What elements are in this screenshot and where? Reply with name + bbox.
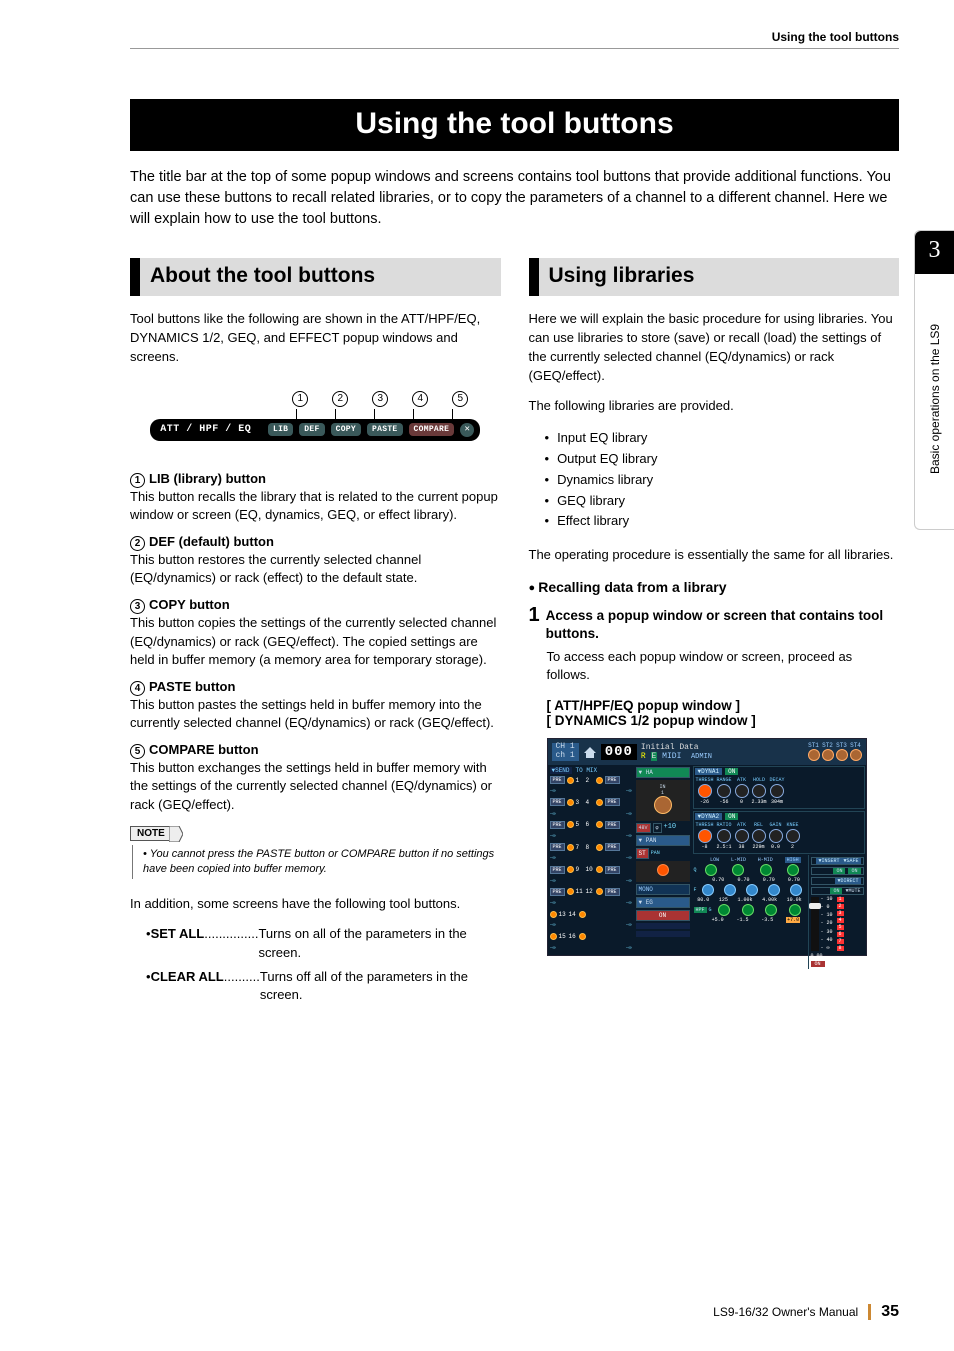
about-intro: Tool buttons like the following are show…: [130, 310, 501, 367]
scene-num: 000: [601, 744, 637, 760]
window-heading-2: [ DYNAMICS 1/2 popup window ]: [529, 713, 900, 728]
chapter-num: 3: [915, 231, 954, 274]
dots: ...............: [204, 925, 258, 961]
lead-paragraph: The title bar at the top of some popup w…: [130, 167, 899, 230]
extra-buttons-list: • SET ALL............... Turns on all of…: [130, 925, 501, 1004]
ha-pan-section: ▼ HA IN 1 48Vφ+10 ▼ PAN STPAN MONO ▼ EG …: [634, 765, 692, 955]
item-3-body: This button copies the settings of the c…: [130, 614, 501, 669]
clear-all-term: CLEAR ALL: [151, 968, 224, 1004]
mark-3: 3: [130, 599, 145, 614]
item-3: 3 COPY button This button copies the sett…: [130, 597, 501, 669]
dots: ..........: [224, 968, 260, 1004]
lib-item: Input EQ library: [545, 428, 900, 449]
left-column: About the tool buttons Tool buttons like…: [130, 258, 501, 1014]
libs-intro: Here we will explain the basic procedure…: [529, 310, 900, 385]
callout-1: 1: [292, 391, 308, 407]
toolbar: ATT / HPF / EQ LIB DEF COPY PASTE COMPAR…: [150, 419, 480, 441]
mark-5: 5: [130, 744, 145, 759]
libs-list: Input EQ library Output EQ library Dynam…: [529, 428, 900, 532]
lib-item: Effect library: [545, 511, 900, 532]
mark-2: 2: [130, 536, 145, 551]
set-all-desc: Turns on all of the parameters in the sc…: [258, 925, 500, 961]
step-1-title: Access a popup window or screen that con…: [546, 605, 899, 643]
compare-button[interactable]: COMPARE: [409, 423, 455, 436]
right-column: Using libraries Here we will explain the…: [529, 258, 900, 1014]
callout-4: 4: [412, 391, 428, 407]
lib-button[interactable]: LIB: [268, 423, 293, 436]
item-2: 2 DEF (default) button This button restor…: [130, 534, 501, 587]
chapter-title: Basic operations on the LS9: [928, 274, 942, 524]
footer-divider: [868, 1304, 871, 1320]
scene-name: Initial DataR E MIDI ADMIN: [641, 743, 712, 761]
addition-text: In addition, some screens have the follo…: [130, 895, 501, 914]
main-title: Using the tool buttons: [130, 99, 899, 151]
section-title-about: About the tool buttons: [130, 258, 501, 296]
item-1-body: This button recalls the library that is …: [130, 488, 501, 524]
note-label: NOTE: [137, 828, 165, 839]
toolbar-label: ATT / HPF / EQ: [156, 424, 262, 435]
item-4-heading: PASTE button: [149, 679, 235, 694]
callout-2: 2: [332, 391, 348, 407]
item-5-heading: COMPARE button: [149, 742, 259, 757]
recall-heading: Recalling data from a library: [529, 579, 900, 595]
item-5-body: This button exchanges the settings held …: [130, 759, 501, 814]
close-button[interactable]: ✕: [460, 423, 474, 437]
note-body: • You cannot press the PASTE button or C…: [132, 845, 501, 879]
footer: LS9-16/32 Owner's Manual 35: [713, 1303, 899, 1321]
item-5: 5 COMPARE button This button exchanges th…: [130, 742, 501, 814]
set-all-term: SET ALL: [151, 925, 205, 961]
console-screenshot: CH 1 ch 1 000 Initial DataR E MIDI ADMIN…: [547, 738, 867, 956]
step-1-heading: 1 Access a popup window or screen that c…: [529, 605, 900, 643]
def-button[interactable]: DEF: [299, 423, 324, 436]
copy-button[interactable]: COPY: [331, 423, 361, 436]
window-heading-1: [ ATT/HPF/EQ popup window ]: [529, 698, 900, 713]
lib-item: Output EQ library: [545, 449, 900, 470]
paste-button[interactable]: PASTE: [367, 423, 403, 436]
side-tab: 3 Basic operations on the LS9: [914, 230, 954, 530]
item-2-heading: DEF (default) button: [149, 534, 274, 549]
item-4: 4 PASTE button This button pastes the set…: [130, 679, 501, 732]
libs-list-intro: The following libraries are provided.: [529, 397, 900, 416]
home-icon: [583, 745, 597, 759]
lib-item: GEQ library: [545, 491, 900, 512]
step-num: 1: [529, 605, 540, 625]
set-all-row: • SET ALL............... Turns on all of…: [146, 925, 501, 961]
toolbar-diagram: 1 2 3 4 5 ATT / HPF / EQ LIB DEF COPY PA…: [150, 391, 480, 441]
page-number: 35: [881, 1303, 899, 1321]
manual-name: LS9-16/32 Owner's Manual: [713, 1305, 858, 1319]
clear-all-row: • CLEAR ALL.......... Turns off all of t…: [146, 968, 501, 1004]
item-3-heading: COPY button: [149, 597, 230, 612]
item-4-body: This button pastes the settings held in …: [130, 696, 501, 732]
libs-outro: The operating procedure is essentially t…: [529, 546, 900, 565]
ch-label: CH 1 ch 1: [552, 743, 579, 761]
dyn-eq-section: ▼DYNA1ON THRESH-26 RANGE-56 ATK0 HOLD2.3…: [692, 765, 866, 955]
mark-4: 4: [130, 681, 145, 696]
running-head: Using the tool buttons: [130, 30, 899, 49]
item-1: 1 LIB (library) button This button recall…: [130, 471, 501, 524]
callout-5: 5: [452, 391, 468, 407]
pencil-icon: [169, 826, 183, 842]
lib-item: Dynamics library: [545, 470, 900, 491]
clear-all-desc: Turns off all of the parameters in the s…: [260, 968, 501, 1004]
send-section: ▼SENDTO MIX PRE12PRE -∞-∞ PRE34PRE -∞-∞ …: [548, 765, 634, 955]
item-2-body: This button restores the currently selec…: [130, 551, 501, 587]
note-tag: NOTE: [130, 826, 172, 841]
callout-3: 3: [372, 391, 388, 407]
item-1-heading: LIB (library) button: [149, 471, 266, 486]
step-1-body: To access each popup window or screen, p…: [529, 648, 900, 684]
mark-1: 1: [130, 473, 145, 488]
section-title-libs: Using libraries: [529, 258, 900, 296]
